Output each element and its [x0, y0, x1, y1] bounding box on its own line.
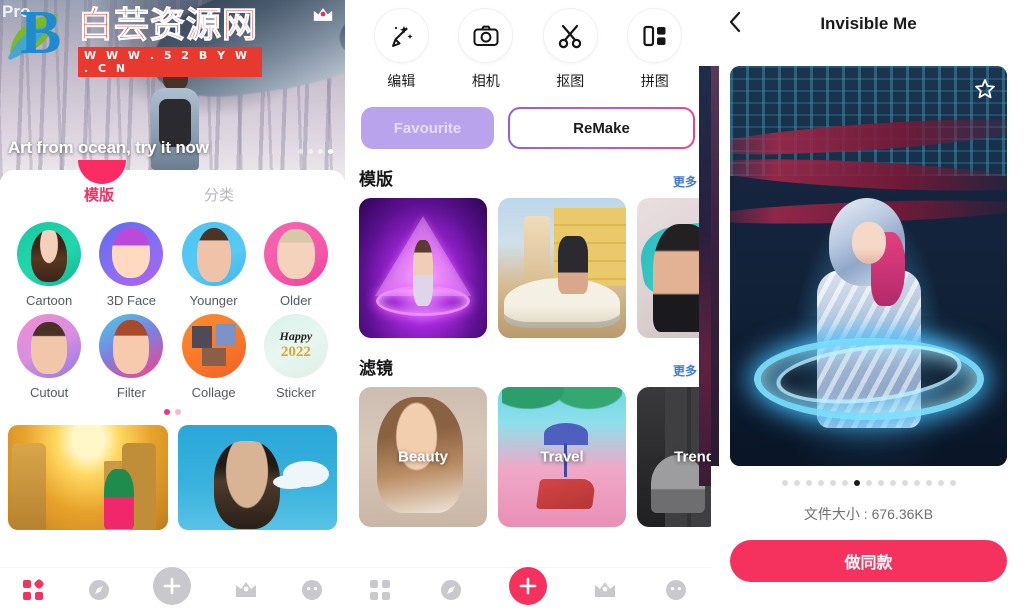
make-same-button[interactable]: 做同款 [730, 540, 1007, 582]
tool-label: 编辑 [387, 73, 416, 89]
grid-icon[interactable] [368, 578, 392, 602]
collage-avatar-icon [181, 314, 246, 378]
compass-icon[interactable] [439, 578, 463, 602]
comic-portrait-banner[interactable] [177, 425, 337, 530]
star-outline-icon[interactable] [974, 78, 996, 100]
category-item-cutout[interactable]: Cutout [8, 314, 90, 400]
tool-edit[interactable]: 编辑 [366, 8, 436, 91]
category-label: Filter [116, 385, 146, 400]
category-item-cartoon[interactable]: Cartoon [8, 222, 90, 308]
category-label: Younger [189, 293, 238, 308]
crown-icon[interactable] [593, 578, 617, 602]
template-card-neon[interactable] [359, 198, 487, 338]
category-label: Sticker [276, 385, 316, 400]
filter-card-travel[interactable]: Travel [498, 387, 626, 527]
phone-screen-create: 编辑 相机 抠图 拼图 Favourite ReMake 模版 更多 滤镜 更多… [345, 0, 711, 611]
crown-icon[interactable] [234, 578, 258, 602]
tool-label: 拼图 [640, 73, 669, 89]
hero-carousel-dots[interactable] [298, 149, 333, 154]
plus-icon[interactable] [508, 566, 547, 605]
category-label: Collage [191, 385, 236, 400]
younger-avatar-icon [181, 222, 246, 286]
hero-banner[interactable]: Art from ocean, try it now Pro B 白芸资源网 W… [0, 0, 345, 180]
section-header-templates: 模版 更多 [345, 149, 711, 198]
filter-card-label: Trend [674, 448, 711, 466]
category-label: Cutout [29, 385, 69, 400]
smiley-icon[interactable] [300, 578, 324, 602]
3d-face-avatar-icon [99, 222, 164, 286]
template-card-car[interactable] [498, 198, 626, 338]
tool-collage[interactable]: 拼图 [620, 8, 690, 91]
tool-label: 抠图 [556, 73, 585, 89]
preview-carousel-dots[interactable] [711, 480, 1026, 486]
category-item-older[interactable]: Older [255, 222, 337, 308]
promo-banner-row [0, 415, 345, 530]
category-item-younger[interactable]: Younger [173, 222, 255, 308]
cartoon-avatar-icon [17, 222, 82, 286]
home-tabs: 模版 分类 [0, 160, 345, 218]
hero-title: Art from ocean, try it now [8, 138, 209, 157]
tab-active-indicator [78, 160, 126, 184]
sticker-avatar-icon [263, 314, 328, 378]
preview-stage [711, 48, 1026, 466]
magic-wand-icon [373, 8, 429, 63]
action-button-row: Favourite ReMake [345, 91, 711, 149]
category-label: Older [279, 293, 312, 308]
filter-avatar-icon [99, 314, 164, 378]
scissors-icon [542, 8, 598, 63]
favourite-button[interactable]: Favourite [361, 107, 494, 149]
section-title: 模版 [359, 170, 393, 189]
tool-camera[interactable]: 相机 [451, 8, 521, 91]
section-title: 滤镜 [359, 359, 393, 378]
filter-card-beauty[interactable]: Beauty [359, 387, 487, 527]
bottom-nav-mid [345, 566, 711, 611]
compass-icon[interactable] [87, 578, 111, 602]
tool-label: 相机 [471, 73, 500, 89]
tab-templates[interactable]: 模版 [84, 184, 114, 205]
cyberpunk-hooded-figure-preview[interactable] [730, 66, 1007, 466]
cutout-avatar-icon [17, 314, 82, 378]
collage-layout-icon [627, 8, 683, 63]
category-label: 3D Face [106, 293, 156, 308]
screenshot-root: Art from ocean, try it now Pro B 白芸资源网 W… [0, 0, 1026, 611]
more-link-templates[interactable]: 更多 [673, 173, 697, 190]
filter-card-row: Beauty Travel Trend [345, 387, 711, 527]
bottom-nav-left [0, 566, 345, 611]
phone-screen-detail: Invisible Me 文件大小: 676.36KB 做同款 [711, 0, 1026, 611]
tool-cutout[interactable]: 抠图 [535, 8, 605, 91]
older-avatar-icon [263, 222, 328, 286]
chevron-left-icon[interactable] [719, 6, 751, 38]
template-card-row [345, 198, 711, 338]
category-item-3d-face[interactable]: 3D Face [90, 222, 172, 308]
filter-card-label: Beauty [397, 448, 449, 466]
temple-stairs-banner[interactable] [8, 425, 168, 530]
adjacent-screen-peek [699, 66, 711, 486]
page-title: Invisible Me [820, 14, 917, 33]
section-header-filters: 滤镜 更多 [345, 338, 711, 387]
detail-header: Invisible Me [711, 0, 1026, 48]
tool-row: 编辑 相机 抠图 拼图 [345, 0, 711, 91]
camera-icon [458, 8, 514, 63]
filter-card-label: Travel [540, 448, 584, 466]
category-item-collage[interactable]: Collage [173, 314, 255, 400]
category-grid: Cartoon 3D Face Younger Older Cutout Fil… [0, 218, 345, 400]
more-link-filters[interactable]: 更多 [673, 362, 697, 379]
crown-badge-icon[interactable] [312, 6, 334, 23]
remake-button[interactable]: ReMake [508, 107, 695, 149]
category-item-sticker[interactable]: Sticker [255, 314, 337, 400]
file-size-label: 文件大小 : 676.36KB [803, 506, 934, 522]
category-item-filter[interactable]: Filter [90, 314, 172, 400]
tab-categories[interactable]: 分类 [204, 184, 234, 205]
plus-icon[interactable] [153, 566, 192, 605]
category-label: Cartoon [26, 293, 73, 308]
phone-screen-home: Art from ocean, try it now Pro B 白芸资源网 W… [0, 0, 345, 611]
smiley-icon[interactable] [664, 578, 688, 602]
grid-icon[interactable] [21, 578, 45, 602]
